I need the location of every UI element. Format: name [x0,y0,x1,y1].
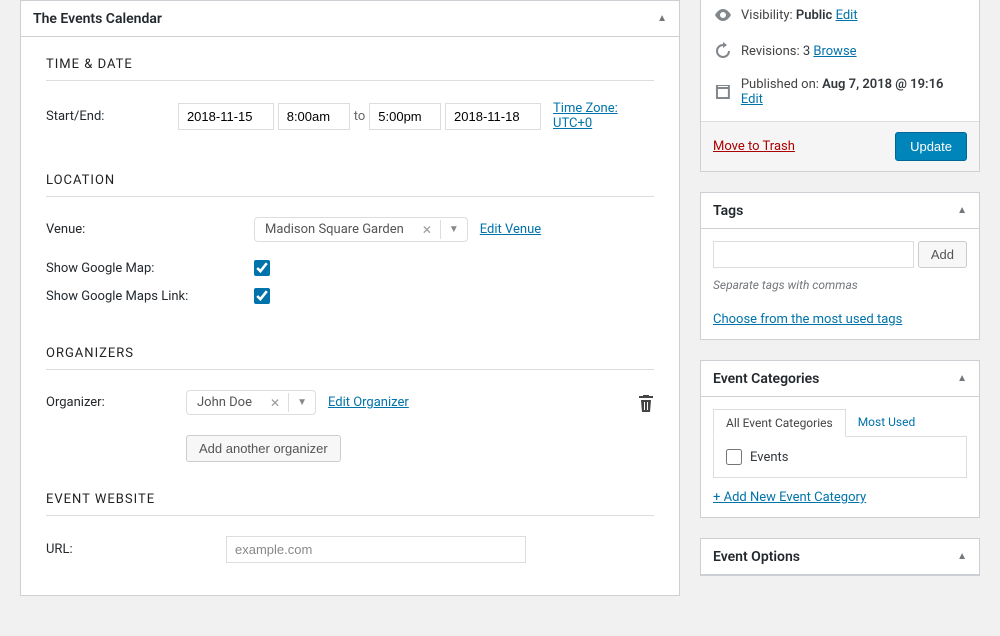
categories-header[interactable]: Event Categories ▲ [701,361,979,397]
tags-box: Tags ▲ Add Separate tags with commas Cho… [700,192,980,340]
venue-clear-icon[interactable]: ✕ [414,223,440,237]
show-map-link-checkbox[interactable] [254,288,270,304]
edit-venue-link[interactable]: Edit Venue [480,222,541,237]
published-label: Published on: [741,77,819,92]
start-time-input[interactable] [278,103,350,130]
collapse-icon[interactable]: ▲ [957,205,967,216]
visibility-label: Visibility: [741,8,793,23]
move-to-trash-link[interactable]: Move to Trash [713,139,795,154]
organizer-clear-icon[interactable]: ✕ [262,396,288,410]
event-options-box: Event Options ▲ [700,538,980,576]
add-organizer-button[interactable]: Add another organizer [186,435,341,462]
organizers-heading: ORGANIZERS [46,346,654,370]
visibility-icon [713,5,733,25]
edit-organizer-link[interactable]: Edit Organizer [328,395,409,410]
visibility-edit-link[interactable]: Edit [836,8,858,23]
collapse-icon[interactable]: ▲ [657,13,667,24]
url-input[interactable] [226,536,526,563]
tags-hint: Separate tags with commas [713,278,967,292]
publish-box: Visibility: Public Edit Revisions: 3 Bro… [700,0,980,172]
time-date-section: TIME & DATE Start/End: to Time Zone: UTC… [21,37,679,163]
organizer-value: John Doe [187,391,262,414]
collapse-icon[interactable]: ▲ [957,373,967,384]
chevron-down-icon[interactable]: ▼ [440,220,467,239]
events-calendar-header[interactable]: The Events Calendar ▲ [21,1,679,37]
venue-value: Madison Square Garden [255,218,414,241]
to-label: to [354,109,366,124]
revisions-count: 3 [803,44,810,59]
category-item[interactable]: Events [726,449,954,465]
update-button[interactable]: Update [895,132,967,161]
revisions-browse-link[interactable]: Browse [813,44,856,59]
timezone-link[interactable]: Time Zone: UTC+0 [553,101,654,131]
tags-input[interactable] [713,241,914,268]
categories-box: Event Categories ▲ All Event Categories … [700,360,980,518]
venue-label: Venue: [46,222,254,237]
start-end-label: Start/End: [46,109,178,124]
collapse-icon[interactable]: ▲ [957,551,967,562]
website-heading: EVENT WEBSITE [46,492,654,516]
tab-all-categories[interactable]: All Event Categories [713,409,846,437]
tags-header[interactable]: Tags ▲ [701,193,979,229]
show-map-label: Show Google Map: [46,261,254,276]
venue-select[interactable]: Madison Square Garden ✕ ▼ [254,217,468,242]
time-date-heading: TIME & DATE [46,57,654,81]
categories-title: Event Categories [713,371,819,387]
chevron-down-icon[interactable]: ▼ [288,393,315,412]
website-section: EVENT WEBSITE URL: [21,482,679,595]
url-label: URL: [46,542,226,557]
trash-icon[interactable] [638,394,654,412]
calendar-icon [713,82,733,102]
organizer-label: Organizer: [46,395,186,410]
add-tag-button[interactable]: Add [918,241,967,268]
visibility-value: Public [796,8,832,23]
end-time-input[interactable] [369,103,441,130]
published-date: Aug 7, 2018 @ 19:16 [822,77,943,92]
tags-title: Tags [713,203,743,219]
choose-tags-link[interactable]: Choose from the most used tags [713,312,902,327]
end-date-input[interactable] [445,103,541,130]
category-label: Events [750,450,788,465]
show-map-checkbox[interactable] [254,260,270,276]
organizers-section: ORGANIZERS Organizer: John Doe ✕ ▼ Edit … [21,336,679,482]
show-map-link-label: Show Google Maps Link: [46,289,254,304]
event-options-title: Event Options [713,549,800,565]
published-edit-link[interactable]: Edit [741,92,763,107]
tab-most-used[interactable]: Most Used [846,409,928,436]
add-category-link[interactable]: + Add New Event Category [713,490,866,505]
events-calendar-box: The Events Calendar ▲ TIME & DATE Start/… [20,0,680,596]
organizer-select[interactable]: John Doe ✕ ▼ [186,390,316,415]
revisions-label: Revisions: [741,44,800,59]
location-section: LOCATION Venue: Madison Square Garden ✕ … [21,163,679,336]
events-calendar-title: The Events Calendar [33,11,162,27]
start-date-input[interactable] [178,103,274,130]
location-heading: LOCATION [46,173,654,197]
revisions-icon [713,41,733,61]
event-options-header[interactable]: Event Options ▲ [701,539,979,575]
category-checkbox[interactable] [726,449,742,465]
